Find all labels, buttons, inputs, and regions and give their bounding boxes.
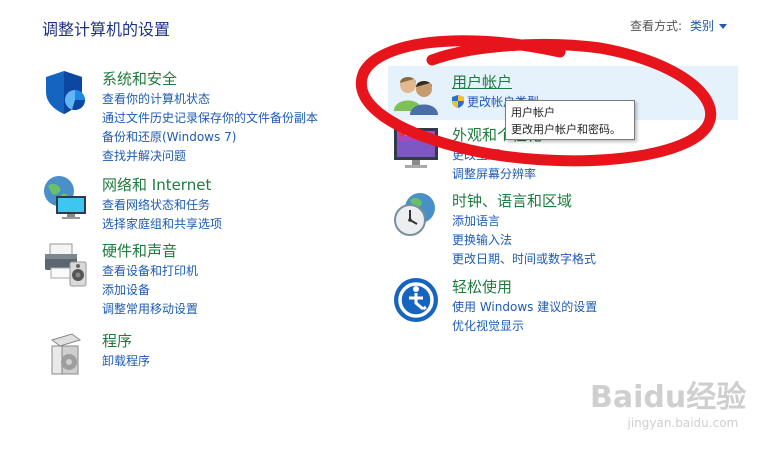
ease-of-access-heading[interactable]: 轻松使用	[452, 276, 512, 297]
link-add-device[interactable]: 添加设备	[102, 281, 198, 300]
programs-heading[interactable]: 程序	[102, 330, 132, 351]
ease-of-access-icon	[394, 278, 438, 322]
system-security-heading[interactable]: 系统和安全	[102, 68, 177, 89]
link-screen-resolution[interactable]: 调整屏幕分辨率	[452, 165, 536, 184]
link-uninstall-program[interactable]: 卸载程序	[102, 352, 150, 371]
link-devices-printers[interactable]: 查看设备和打印机	[102, 262, 198, 281]
link-recommended-settings[interactable]: 使用 Windows 建议的设置	[452, 298, 597, 317]
link-homegroup-sharing[interactable]: 选择家庭组和共享选项	[102, 215, 222, 234]
view-by-dropdown[interactable]: 类别	[690, 19, 714, 33]
user-accounts-tooltip: 用户帐户 更改用户帐户和密码。	[505, 100, 635, 140]
link-network-status[interactable]: 查看网络状态和任务	[102, 196, 222, 215]
network-heading[interactable]: 网络和 Internet	[102, 174, 211, 195]
baidu-watermark: Baidu经验 jingyan.baidu.com	[590, 372, 746, 430]
view-by: 查看方式: 类别	[630, 17, 727, 34]
watermark-url: jingyan.baidu.com	[627, 416, 739, 430]
link-change-theme[interactable]: 更改主题	[452, 146, 536, 165]
link-add-language[interactable]: 添加语言	[452, 212, 596, 231]
globe-network-icon	[44, 176, 86, 219]
uac-shield-icon	[452, 95, 464, 108]
link-change-input-method[interactable]: 更换输入法	[452, 231, 596, 250]
link-mobility-settings[interactable]: 调整常用移动设置	[102, 300, 198, 319]
link-backup-restore[interactable]: 备份和还原(Windows 7)	[102, 128, 318, 147]
hardware-sound-heading[interactable]: 硬件和声音	[102, 240, 177, 261]
link-optimize-visual-display[interactable]: 优化视觉显示	[452, 317, 597, 336]
users-icon	[394, 77, 438, 115]
link-troubleshoot[interactable]: 查找并解决问题	[102, 147, 318, 166]
shield-icon	[46, 71, 85, 114]
programs-box-icon	[50, 333, 82, 375]
page-title: 调整计算机的设置	[42, 20, 171, 39]
tooltip-description: 更改用户帐户和密码。	[511, 123, 621, 136]
clock-region-heading[interactable]: 时钟、语言和区域	[452, 190, 572, 211]
user-accounts-heading[interactable]: 用户帐户	[452, 71, 512, 92]
link-view-computer-status[interactable]: 查看你的计算机状态	[102, 90, 318, 109]
link-change-date-time-format[interactable]: 更改日期、时间或数字格式	[452, 250, 596, 269]
clock-globe-icon	[394, 193, 435, 236]
watermark-brand: Baidu经验	[590, 380, 747, 415]
printer-speaker-icon	[45, 243, 87, 287]
link-file-history[interactable]: 通过文件历史记录保存你的文件备份副本	[102, 109, 318, 128]
tooltip-title: 用户帐户	[511, 106, 555, 119]
chevron-down-icon[interactable]	[719, 24, 727, 29]
appearance-monitor-icon	[394, 126, 438, 168]
view-by-label: 查看方式:	[629, 19, 682, 33]
